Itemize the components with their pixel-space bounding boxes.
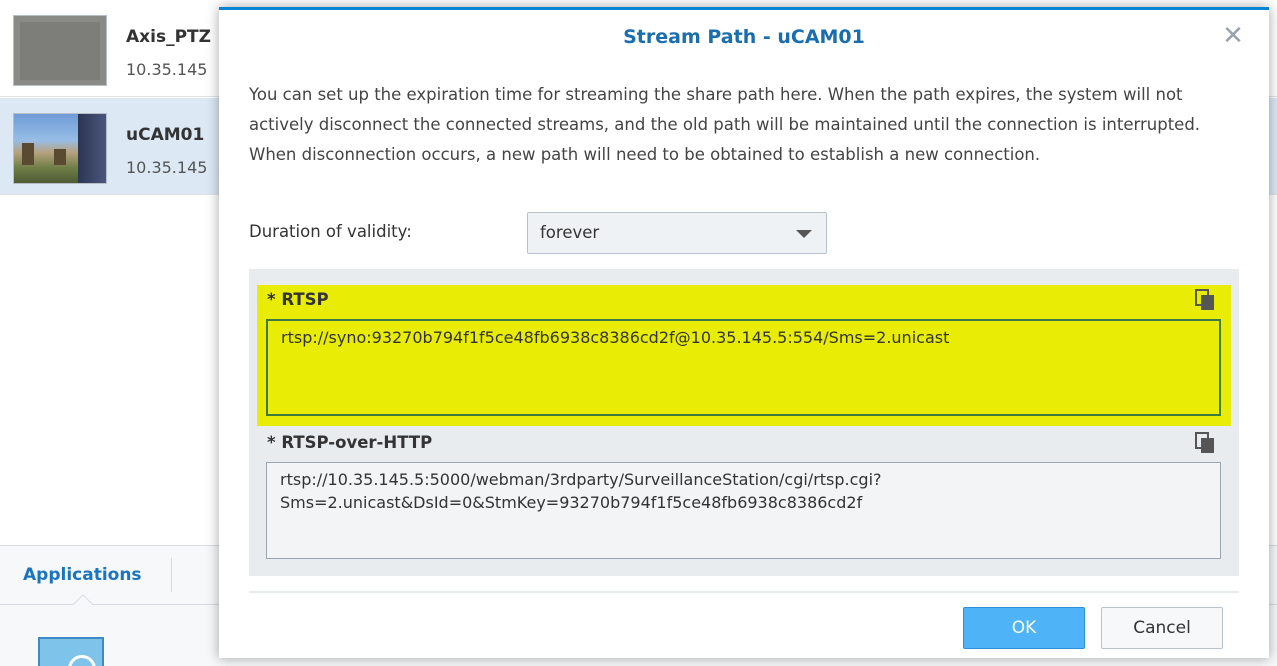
rtsp-label: * RTSP [267, 290, 329, 309]
footer-divider [249, 591, 1239, 593]
camera-thumbnail [13, 113, 107, 184]
application-icon[interactable] [38, 637, 104, 666]
camera-name: Axis_PTZ [126, 27, 211, 47]
copy-icon[interactable] [1195, 432, 1215, 454]
active-tab-indicator [73, 594, 93, 614]
stream-paths-panel: * RTSP rtsp://syno:93270b794f1f5ce48fb69… [249, 269, 1239, 576]
dialog-title: Stream Path - uCAM01 [623, 26, 865, 48]
validity-value: forever [540, 223, 600, 242]
stream-path-dialog: Stream Path - uCAM01 ✕ You can set up th… [219, 7, 1269, 658]
rtsp-over-http-label: * RTSP-over-HTTP [267, 433, 433, 452]
camera-ip: 10.35.145 [126, 60, 208, 79]
copy-icon[interactable] [1195, 289, 1215, 311]
tab-applications[interactable]: Applications [23, 565, 142, 585]
validity-label: Duration of validity: [249, 222, 412, 241]
dialog-description: You can set up the expiration time for s… [249, 85, 1201, 164]
camera-ip: 10.35.145 [126, 158, 208, 177]
rtsp-path-field[interactable]: rtsp://syno:93270b794f1f5ce48fb6938c8386… [266, 319, 1221, 416]
tab-separator [171, 558, 172, 592]
ok-button[interactable]: OK [963, 607, 1085, 649]
cancel-button[interactable]: Cancel [1101, 607, 1223, 649]
close-icon[interactable]: ✕ [1219, 22, 1247, 50]
camera-name: uCAM01 [126, 125, 205, 145]
camera-thumbnail [13, 15, 107, 86]
rtsp-over-http-path-field[interactable]: rtsp://10.35.145.5:5000/webman/3rdparty/… [266, 462, 1221, 559]
validity-dropdown[interactable]: forever [527, 212, 827, 254]
chevron-down-icon [796, 230, 812, 238]
